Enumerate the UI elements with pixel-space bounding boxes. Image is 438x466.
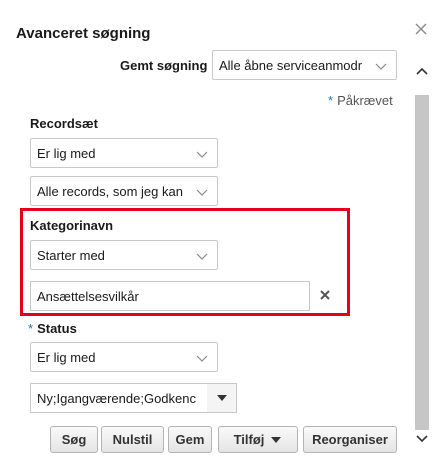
dialog-title: Avanceret søgning [16, 25, 151, 42]
chevron-down-icon [196, 253, 208, 260]
recordset-value: Alle records, som jeg kan [37, 184, 183, 199]
category-operator-value: Starter med [37, 248, 105, 263]
recordset-label: Recordsæt [30, 116, 98, 131]
scrollbar-thumb[interactable] [415, 95, 429, 430]
reorder-button[interactable]: Reorganiser [303, 426, 397, 453]
reset-button[interactable]: Nulstil [101, 426, 164, 453]
scroll-down-icon[interactable] [413, 429, 431, 449]
category-name-label: Kategorinavn [30, 218, 114, 233]
category-value-text: Ansættelsesvilkår [37, 289, 139, 304]
required-note-text: Påkrævet [337, 93, 393, 108]
caret-down-icon [217, 395, 227, 401]
add-button-label: Tilføj [233, 432, 265, 447]
chevron-down-icon [196, 355, 208, 362]
status-value-text: Ny;Igangværende;Godkenc [37, 391, 196, 406]
save-button[interactable]: Gem [168, 426, 212, 453]
saved-search-select[interactable]: Alle åbne serviceanmodr [212, 50, 397, 80]
status-required-star: * [28, 321, 34, 336]
status-operator-value: Er lig med [37, 350, 96, 365]
status-value-input[interactable]: Ny;Igangværende;Godkenc [30, 383, 208, 413]
saved-search-value: Alle åbne serviceanmodr [219, 58, 363, 73]
status-label-text: Status [37, 321, 77, 336]
scroll-up-icon[interactable] [413, 50, 431, 92]
status-label: * Status [28, 321, 77, 336]
category-value-input[interactable]: Ansættelsesvilkår [30, 281, 310, 311]
recordset-operator-value: Er lig med [37, 146, 96, 161]
advanced-search-dialog: Avanceret søgning Gemt søgning Alle åbne… [0, 0, 438, 466]
status-operator-select[interactable]: Er lig med [30, 342, 218, 372]
saved-search-label: Gemt søgning [120, 58, 208, 73]
chevron-down-icon [196, 189, 208, 196]
category-operator-select[interactable]: Starter med [30, 240, 218, 270]
search-button[interactable]: Søg [50, 426, 98, 453]
status-dropdown-button[interactable] [207, 383, 237, 413]
add-button[interactable]: Tilføj [218, 426, 298, 453]
recordset-value-select[interactable]: Alle records, som jeg kan [30, 176, 218, 206]
recordset-operator-select[interactable]: Er lig med [30, 138, 218, 168]
close-icon[interactable] [413, 22, 429, 38]
chevron-down-icon [196, 151, 208, 158]
scrollbar[interactable] [413, 50, 431, 449]
clear-x-icon[interactable] [317, 287, 333, 303]
required-star: * [328, 93, 334, 108]
chevron-down-icon [375, 63, 387, 70]
required-note: * Påkrævet [328, 93, 393, 108]
caret-down-icon [271, 436, 282, 443]
